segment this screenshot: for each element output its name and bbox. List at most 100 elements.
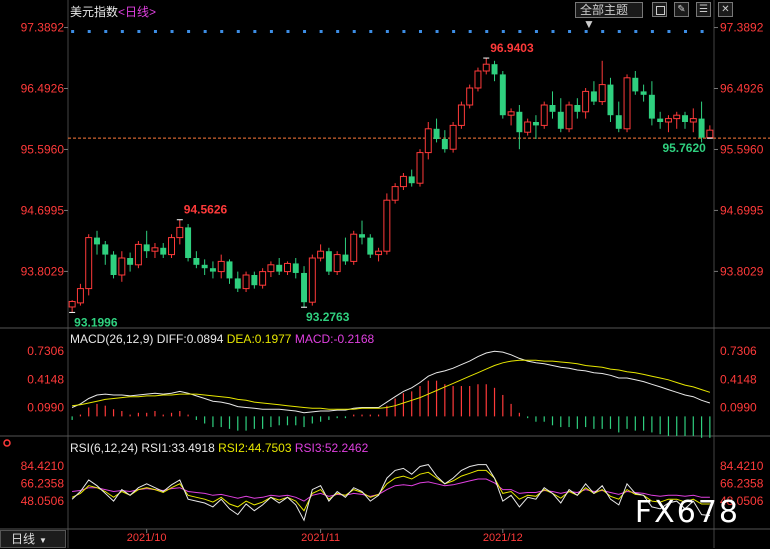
signal-dot	[518, 30, 522, 33]
candle-body	[325, 251, 332, 272]
candle-body	[127, 258, 134, 265]
candle-body	[491, 64, 498, 75]
candle-body	[94, 237, 100, 245]
candle-body	[350, 233, 358, 262]
candle-body	[441, 139, 448, 150]
signal-dot	[137, 30, 141, 33]
candle-body	[359, 234, 365, 238]
rsi-tick-left: 48.0506	[21, 494, 65, 508]
price-tick-left: 97.3892	[21, 21, 65, 35]
signal-dot	[104, 30, 108, 33]
candle-body	[524, 121, 532, 133]
signal-dot	[352, 30, 356, 33]
annotation-label: 96.9403	[490, 41, 534, 55]
candle-body	[193, 258, 200, 265]
price-tick-left: 95.5960	[21, 142, 65, 156]
candle-body	[557, 111, 564, 129]
annotation-label: 93.1996	[74, 315, 118, 329]
time-axis-label: 2021/12	[483, 532, 523, 544]
signal-dot	[286, 30, 290, 33]
chevron-down-icon: ▼	[39, 536, 47, 545]
signal-dot	[303, 30, 307, 33]
candle-body	[706, 129, 714, 139]
signal-dot	[120, 30, 124, 33]
signal-dot	[452, 30, 456, 33]
candle-body	[623, 77, 631, 130]
candle-body	[176, 226, 184, 239]
candle-body	[160, 247, 167, 255]
macd-dea-line	[72, 359, 711, 410]
candle-body	[242, 274, 250, 290]
signal-dot	[418, 30, 422, 33]
rsi-tick-right: 84.4210	[720, 459, 764, 473]
annotation-label: 94.5626	[184, 203, 228, 217]
signal-dot	[71, 30, 75, 33]
price-tick-left: 93.8029	[21, 264, 65, 278]
candle-body	[682, 115, 688, 122]
signal-dot	[468, 30, 472, 33]
candle-body	[457, 104, 465, 126]
candle-body	[698, 118, 705, 138]
candle-body	[110, 254, 117, 275]
candle-body	[301, 272, 308, 303]
signal-dot	[584, 30, 588, 33]
candle-body	[143, 244, 150, 252]
candle-body	[342, 254, 349, 262]
signal-dot	[385, 30, 389, 33]
signal-dot	[551, 30, 555, 33]
macd-tick-left: 0.0990	[27, 401, 64, 415]
price-tick-left: 94.6995	[21, 203, 65, 217]
signal-dot	[236, 30, 240, 33]
candle-body	[367, 237, 374, 255]
annotation-label: 93.2763	[306, 310, 350, 324]
candle-body	[565, 104, 573, 130]
time-axis-label: 2021/11	[301, 532, 340, 544]
signal-dot	[402, 30, 406, 33]
signal-dot	[634, 30, 638, 33]
candle-body	[185, 227, 192, 258]
signal-dot	[220, 30, 224, 33]
signal-dot	[153, 30, 157, 33]
candle-body	[424, 128, 432, 154]
candle-body	[118, 257, 126, 276]
signal-dot	[87, 30, 91, 33]
candle-body	[317, 250, 325, 259]
candle-body	[168, 237, 176, 256]
time-axis-label: 2021/10	[127, 532, 167, 544]
candle-body	[408, 176, 415, 184]
candle-body	[399, 175, 407, 188]
signal-dot	[369, 30, 373, 33]
signal-dot	[336, 30, 340, 33]
candle-body	[664, 118, 672, 123]
signal-dot	[568, 30, 572, 33]
candle-body	[689, 118, 697, 123]
candle-body	[549, 105, 556, 112]
candle-body	[85, 237, 93, 290]
rsi-tick-left: 66.2358	[21, 477, 65, 491]
candle-body	[102, 244, 109, 255]
signal-dot	[319, 30, 323, 33]
candle-body	[516, 111, 523, 133]
rsi2-line	[71, 469, 710, 512]
candle-body	[308, 257, 316, 303]
signal-dot	[170, 30, 174, 33]
chart-canvas[interactable]: 97.3892 97.3892 96.4926 96.4926 95.5960 95.59…	[0, 0, 770, 548]
price-tick-left: 96.4926	[21, 82, 65, 96]
signal-dot	[667, 30, 671, 33]
candle-body	[276, 264, 283, 272]
macd-tick-right: 0.0990	[720, 401, 757, 415]
candle-body	[640, 91, 647, 95]
signal-dot	[253, 30, 257, 33]
watermark: FX678	[634, 495, 740, 530]
candle-body	[657, 118, 664, 122]
candle-body	[507, 111, 515, 116]
candle-body	[598, 84, 606, 103]
candle-body	[134, 243, 142, 266]
candle-body	[607, 84, 614, 116]
bottom-period-tab[interactable]: 日线 ▼	[0, 530, 66, 548]
candle-body	[292, 263, 299, 273]
macd-tick-right: 0.4148	[720, 372, 757, 386]
candle-body	[632, 77, 639, 92]
candle-body	[383, 199, 391, 252]
candle-body	[433, 128, 440, 139]
